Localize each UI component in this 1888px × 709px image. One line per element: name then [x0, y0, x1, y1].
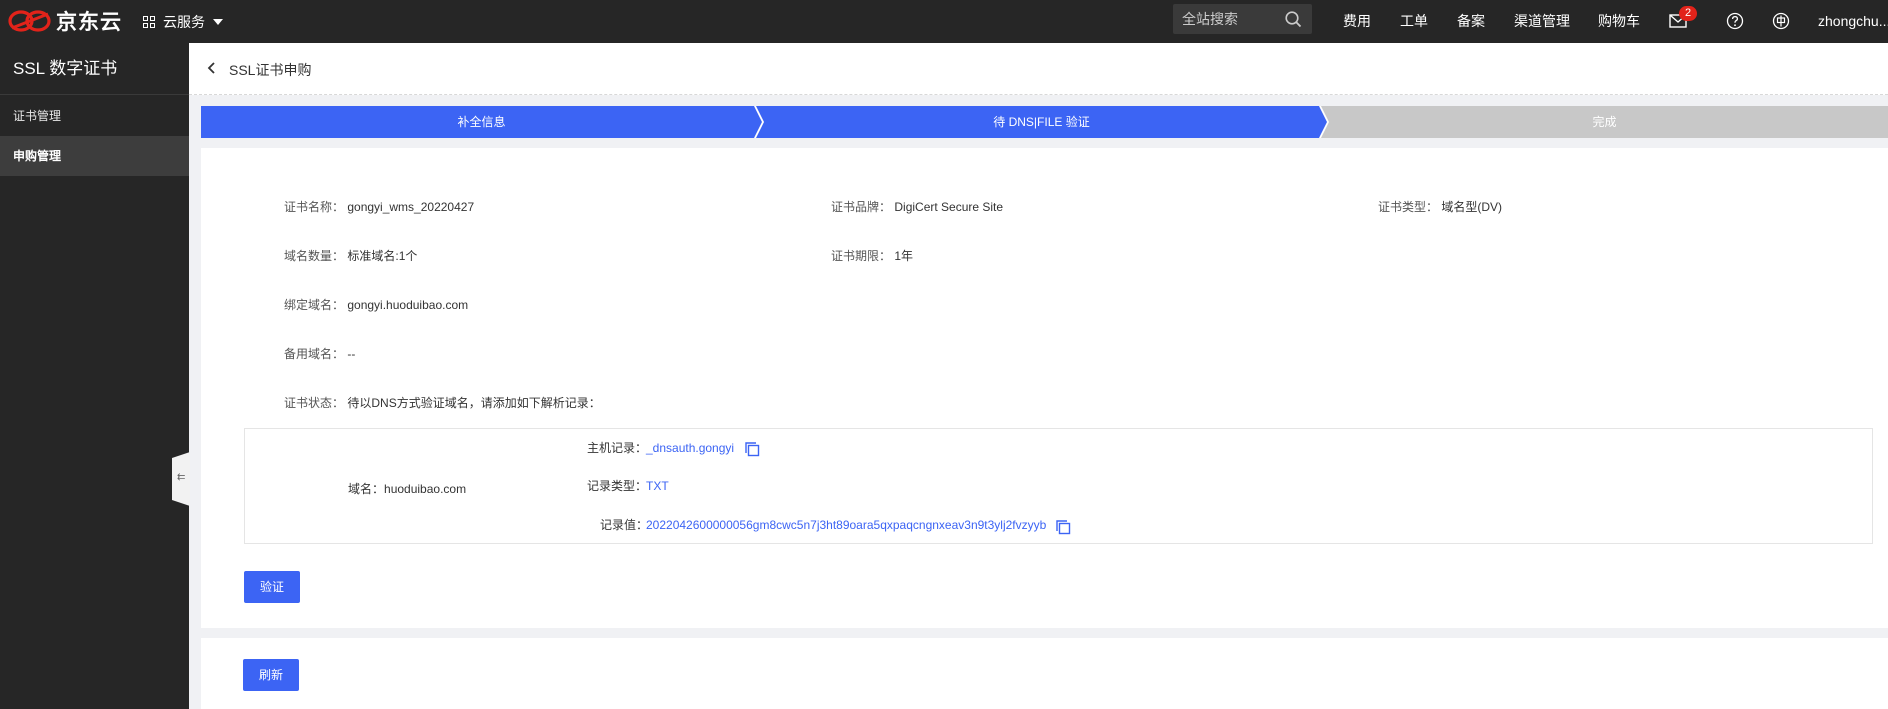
back-arrow-icon[interactable]: [205, 61, 219, 75]
global-search: [1173, 4, 1312, 34]
message-count-badge: 2: [1679, 6, 1697, 21]
cert-status-value: 待以DNS方式验证域名，请添加如下解析记录：: [347, 396, 601, 410]
copy-icon[interactable]: [744, 441, 760, 457]
backup-domain-label: 备用域名：: [284, 347, 345, 361]
nav-billing[interactable]: 费用: [1343, 0, 1371, 43]
host-record-label: 主机记录：: [587, 441, 648, 455]
step-dns-verify: 待 DNS|FILE 验证: [756, 106, 1327, 138]
sidebar: SSL 数字证书 证书管理 申购管理: [0, 43, 189, 709]
record-value-value[interactable]: 2022042600000056gm8cwc5n7j3ht89oara5qxpa…: [646, 518, 1046, 532]
record-type-label: 记录类型：: [587, 479, 648, 493]
backup-domain-value: --: [347, 347, 356, 361]
domain-count-label: 域名数量：: [284, 249, 345, 263]
language-icon[interactable]: [1771, 11, 1791, 31]
jdcloud-logo-icon: [8, 10, 51, 32]
cert-brand-field: 证书品牌： DigiCert Secure Site: [831, 198, 1003, 215]
bound-domain-value: gongyi.huoduibao.com: [347, 298, 469, 312]
dns-domain-field: 域名：huoduibao.com: [348, 480, 466, 497]
help-icon[interactable]: [1725, 11, 1745, 31]
search-input[interactable]: [1182, 11, 1287, 27]
refresh-card: 刷新: [201, 638, 1888, 709]
search-icon[interactable]: [1285, 11, 1302, 28]
nav-cart[interactable]: 购物车: [1598, 0, 1640, 43]
copy-icon[interactable]: [1055, 519, 1071, 535]
cert-name-label: 证书名称：: [284, 200, 345, 214]
collapse-icon: ⇇: [177, 472, 186, 483]
cert-status-label: 证书状态：: [284, 396, 345, 410]
dns-domain-value: huoduibao.com: [384, 482, 467, 496]
record-type-value[interactable]: TXT: [646, 479, 669, 493]
step-divider: [1319, 106, 1329, 138]
caret-down-icon: [213, 18, 223, 25]
jdcloud-logo[interactable]: 京东云: [8, 6, 122, 36]
user-menu[interactable]: zhongchu...: [1818, 0, 1888, 43]
step-complete: 完成: [1321, 106, 1888, 138]
page-title: SSL证书申购: [229, 62, 312, 78]
cert-period-value: 1年: [894, 249, 914, 263]
step-fill-info: 补全信息: [201, 106, 762, 138]
cert-period-label: 证书期限：: [831, 249, 892, 263]
cert-name-value: gongyi_wms_20220427: [347, 200, 475, 214]
cert-type-field: 证书类型： 域名型(DV): [1378, 198, 1502, 215]
step-divider: [754, 106, 764, 138]
cert-period-field: 证书期限： 1年: [831, 247, 913, 264]
grid-icon: [143, 15, 155, 28]
brand-name: 京东云: [56, 11, 122, 34]
bound-domain-field: 绑定域名： gongyi.huoduibao.com: [284, 296, 468, 313]
cert-name-field: 证书名称： gongyi_wms_20220427: [284, 198, 474, 215]
cert-brand-label: 证书品牌：: [831, 200, 892, 214]
cert-detail-card: 证书名称： gongyi_wms_20220427 证书品牌： DigiCert…: [201, 148, 1888, 628]
cert-brand-value: DigiCert Secure Site: [894, 200, 1004, 214]
cloud-services-menu[interactable]: 云服务: [143, 0, 223, 43]
refresh-button[interactable]: 刷新: [243, 659, 299, 691]
cloud-services-label: 云服务: [163, 13, 205, 30]
sidebar-item-cert-management[interactable]: 证书管理: [0, 96, 189, 136]
cert-status-field: 证书状态： 待以DNS方式验证域名，请添加如下解析记录：: [284, 394, 601, 411]
domain-count-value: 标准域名:1个: [347, 249, 418, 263]
sidebar-item-purchase-management[interactable]: 申购管理: [0, 136, 189, 176]
sidebar-title: SSL 数字证书: [0, 43, 189, 95]
cert-type-label: 证书类型：: [1378, 200, 1439, 214]
page-header: SSL证书申购: [189, 43, 1888, 95]
nav-tickets[interactable]: 工单: [1400, 0, 1428, 43]
progress-steps: 补全信息 待 DNS|FILE 验证 完成: [201, 106, 1888, 138]
bound-domain-label: 绑定域名：: [284, 298, 345, 312]
sidebar-collapse-toggle[interactable]: ⇇: [172, 452, 190, 506]
cert-type-value: 域名型(DV): [1441, 200, 1503, 214]
verify-button[interactable]: 验证: [244, 571, 300, 603]
domain-count-field: 域名数量： 标准域名:1个: [284, 247, 417, 264]
dns-domain-label: 域名：: [348, 482, 385, 496]
top-navbar: 京东云 云服务 费用 工单 备案 渠道管理 购物车 2 zhongchu...: [0, 0, 1888, 43]
host-record-value[interactable]: _dnsauth.gongyi: [646, 441, 734, 455]
nav-filing[interactable]: 备案: [1457, 0, 1485, 43]
dns-record-box: 域名：huoduibao.com 主机记录： _dnsauth.gongyi 记…: [244, 428, 1873, 544]
record-value-label: 记录值：: [600, 518, 649, 532]
nav-channel-management[interactable]: 渠道管理: [1514, 0, 1570, 43]
backup-domain-field: 备用域名： --: [284, 345, 355, 362]
